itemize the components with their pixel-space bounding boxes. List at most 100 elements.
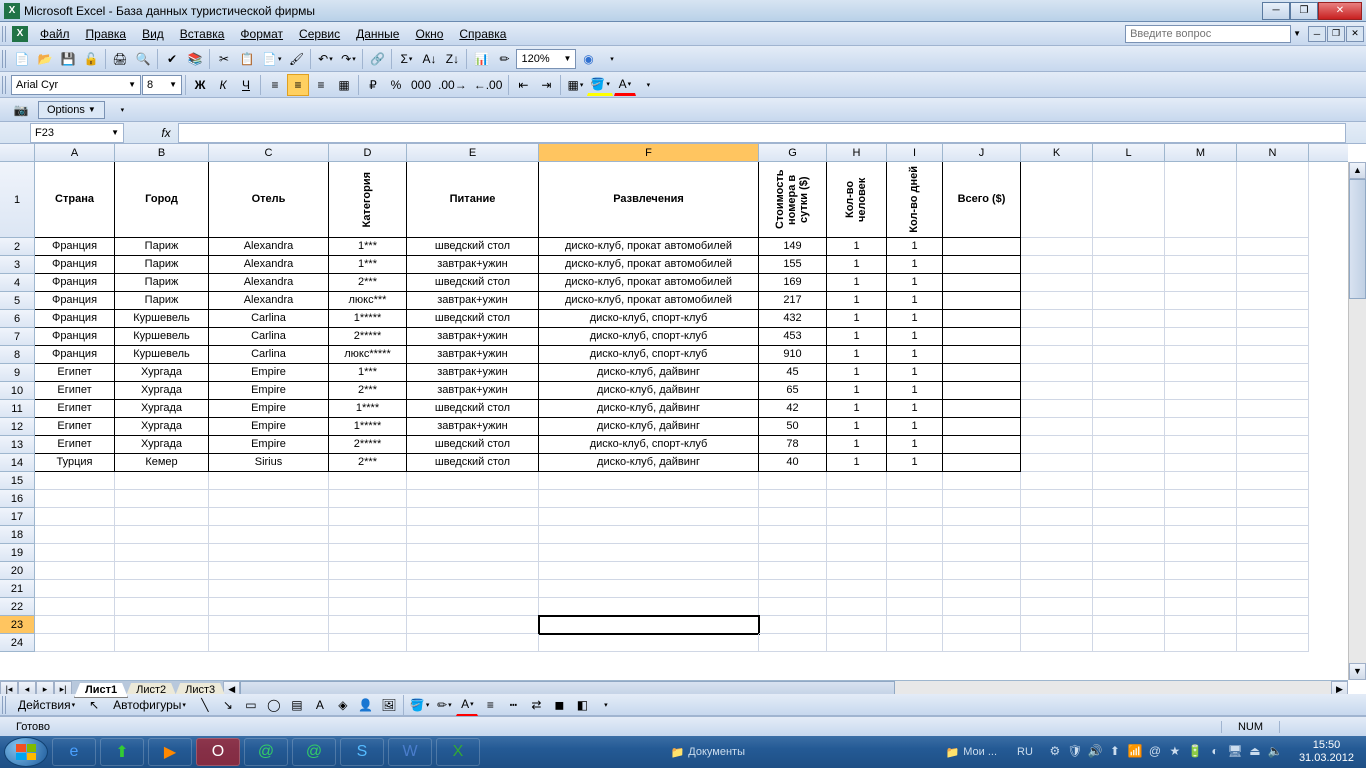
line-style-icon[interactable]: ≡ [479,694,501,716]
cell-H14[interactable]: 1 [827,454,887,472]
cell-G8[interactable]: 910 [759,346,827,364]
cell-C6[interactable]: Carlina [209,310,329,328]
cell-D6[interactable]: 1***** [329,310,407,328]
cell-E3[interactable]: завтрак+ужин [407,256,539,274]
cell-D18[interactable] [329,526,407,544]
cell-N8[interactable] [1237,346,1309,364]
cell-L7[interactable] [1093,328,1165,346]
column-header-L[interactable]: L [1093,144,1165,161]
cell-E13[interactable]: шведский стол [407,436,539,454]
column-header-B[interactable]: B [115,144,209,161]
font-color-icon[interactable]: A▾ [456,694,478,716]
cell-I2[interactable]: 1 [887,238,943,256]
menu-edit[interactable]: Правка [78,24,135,44]
cell-N3[interactable] [1237,256,1309,274]
oval-icon[interactable]: ◯ [263,694,285,716]
cell-M1[interactable] [1165,162,1237,238]
format-painter-icon[interactable]: 🖌 [285,48,307,70]
cell-A10[interactable]: Египет [35,382,115,400]
cell-A7[interactable]: Франция [35,328,115,346]
font-color-icon[interactable]: A▾ [614,74,636,96]
cell-A23[interactable] [35,616,115,634]
cell-K13[interactable] [1021,436,1093,454]
cell-I10[interactable]: 1 [887,382,943,400]
cell-L20[interactable] [1093,562,1165,580]
arrow-style-icon[interactable]: ⇄ [525,694,547,716]
cell-M8[interactable] [1165,346,1237,364]
cell-G1[interactable]: Стоимость номера в сутки ($) [759,162,827,238]
line-color-icon[interactable]: ✏▾ [433,694,455,716]
cell-E24[interactable] [407,634,539,652]
bold-icon[interactable]: Ж [189,74,211,96]
toolbar-options-icon[interactable]: ▾ [600,48,622,70]
tray-icon[interactable]: ◐ [1207,744,1223,760]
close-button[interactable]: ✕ [1318,2,1362,20]
cell-L4[interactable] [1093,274,1165,292]
cell-E18[interactable] [407,526,539,544]
mdi-minimize-button[interactable]: ─ [1308,26,1326,42]
cell-K18[interactable] [1021,526,1093,544]
cell-M21[interactable] [1165,580,1237,598]
cell-K5[interactable] [1021,292,1093,310]
cell-M13[interactable] [1165,436,1237,454]
cell-N2[interactable] [1237,238,1309,256]
cell-K12[interactable] [1021,418,1093,436]
cell-B5[interactable]: Париж [115,292,209,310]
tray-icon[interactable]: 🛡 [1067,744,1083,760]
actions-menu[interactable]: Действия▾ [11,694,82,716]
cell-J6[interactable] [943,310,1021,328]
cell-K20[interactable] [1021,562,1093,580]
fill-color-icon[interactable]: 🪣▾ [587,74,612,96]
fill-color-icon[interactable]: 🪣▾ [407,694,432,716]
cell-J13[interactable] [943,436,1021,454]
cell-C13[interactable]: Empire [209,436,329,454]
cell-J22[interactable] [943,598,1021,616]
cell-C5[interactable]: Alexandra [209,292,329,310]
column-header-D[interactable]: D [329,144,407,161]
paste-icon[interactable]: 📄▾ [259,48,284,70]
cell-H13[interactable]: 1 [827,436,887,454]
cell-G11[interactable]: 42 [759,400,827,418]
cell-M12[interactable] [1165,418,1237,436]
cell-N13[interactable] [1237,436,1309,454]
cell-B23[interactable] [115,616,209,634]
cell-B10[interactable]: Хургада [115,382,209,400]
cell-B14[interactable]: Кемер [115,454,209,472]
cell-K16[interactable] [1021,490,1093,508]
tray-icon[interactable]: 🖥 [1227,744,1243,760]
hyperlink-icon[interactable]: 🔗 [366,48,388,70]
toolbar-options-icon[interactable]: ▾ [594,694,616,716]
row-header-10[interactable]: 10 [0,382,35,400]
cell-A22[interactable] [35,598,115,616]
cell-K10[interactable] [1021,382,1093,400]
cell-F11[interactable]: диско-клуб, дайвинг [539,400,759,418]
cell-N18[interactable] [1237,526,1309,544]
cell-E7[interactable]: завтрак+ужин [407,328,539,346]
cell-E19[interactable] [407,544,539,562]
cell-D11[interactable]: 1**** [329,400,407,418]
taskbar-utorrent-icon[interactable]: ⬆ [100,738,144,766]
cell-N22[interactable] [1237,598,1309,616]
cell-B21[interactable] [115,580,209,598]
row-header-24[interactable]: 24 [0,634,35,652]
cell-D12[interactable]: 1***** [329,418,407,436]
cell-I21[interactable] [887,580,943,598]
taskbar-excel-icon[interactable]: X [436,738,480,766]
tray-icon[interactable]: ★ [1167,744,1183,760]
new-icon[interactable]: 📄 [11,48,33,70]
row-header-8[interactable]: 8 [0,346,35,364]
cell-K15[interactable] [1021,472,1093,490]
cell-K21[interactable] [1021,580,1093,598]
cell-A20[interactable] [35,562,115,580]
research-icon[interactable]: 📚 [184,48,206,70]
cell-K17[interactable] [1021,508,1093,526]
cell-K1[interactable] [1021,162,1093,238]
cell-F22[interactable] [539,598,759,616]
cell-F2[interactable]: диско-клуб, прокат автомобилей [539,238,759,256]
cell-I22[interactable] [887,598,943,616]
cell-A12[interactable]: Египет [35,418,115,436]
cell-I16[interactable] [887,490,943,508]
cell-L1[interactable] [1093,162,1165,238]
scroll-thumb[interactable] [1349,179,1366,299]
taskbar-documents[interactable]: 📁 Документы [661,744,755,761]
